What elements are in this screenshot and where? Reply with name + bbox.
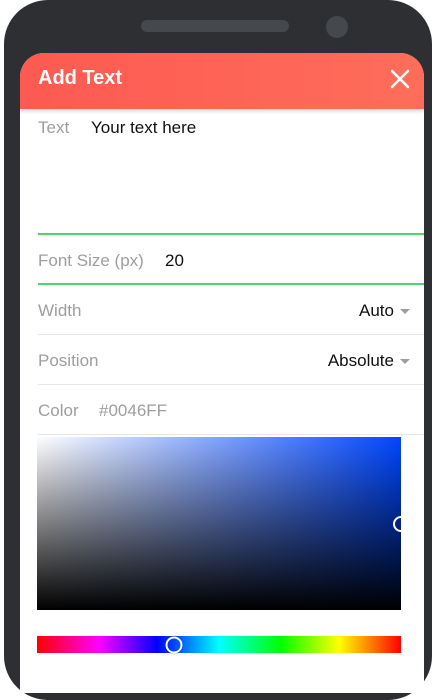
dropdown-arrow-icon xyxy=(400,309,410,314)
color-picker-handle[interactable] xyxy=(393,515,409,532)
dialog: Add Text Text Your text here Font Size (… xyxy=(20,53,424,693)
text-field[interactable]: Text Your text here xyxy=(38,109,424,235)
dropdown-arrow-icon xyxy=(400,359,410,364)
text-input[interactable]: Your text here xyxy=(91,118,196,138)
saturation-brightness-picker[interactable] xyxy=(37,437,409,610)
font-size-input[interactable]: 20 xyxy=(165,251,184,271)
position-value: Absolute xyxy=(327,351,394,370)
position-row: Position Absolute xyxy=(38,335,424,385)
width-label: Width xyxy=(38,301,82,320)
phone-frame: Add Text Text Your text here Font Size (… xyxy=(4,0,432,700)
front-camera xyxy=(326,16,348,38)
close-button[interactable] xyxy=(386,65,414,93)
width-row: Width Auto xyxy=(38,285,424,335)
hue-slider-handle[interactable] xyxy=(165,636,182,653)
dialog-title: Add Text xyxy=(38,67,123,89)
position-select[interactable]: Absolute xyxy=(328,351,410,371)
color-label: Color xyxy=(38,401,79,420)
font-size-label: Font Size (px) xyxy=(38,251,144,270)
close-icon xyxy=(390,69,410,89)
color-hex-input[interactable]: #0046FF xyxy=(99,401,167,421)
hue-slider[interactable] xyxy=(37,636,401,653)
width-value: Auto xyxy=(359,301,394,320)
font-size-field[interactable]: Font Size (px) 20 xyxy=(38,235,424,285)
position-label: Position xyxy=(38,351,99,370)
side-button-left xyxy=(4,264,10,358)
width-select[interactable]: Auto xyxy=(359,301,410,321)
color-row: Color #0046FF xyxy=(38,385,424,435)
side-button-right xyxy=(426,186,432,276)
dialog-header: Add Text xyxy=(20,53,424,109)
speaker-grille xyxy=(141,20,289,32)
text-label: Text xyxy=(38,118,70,137)
